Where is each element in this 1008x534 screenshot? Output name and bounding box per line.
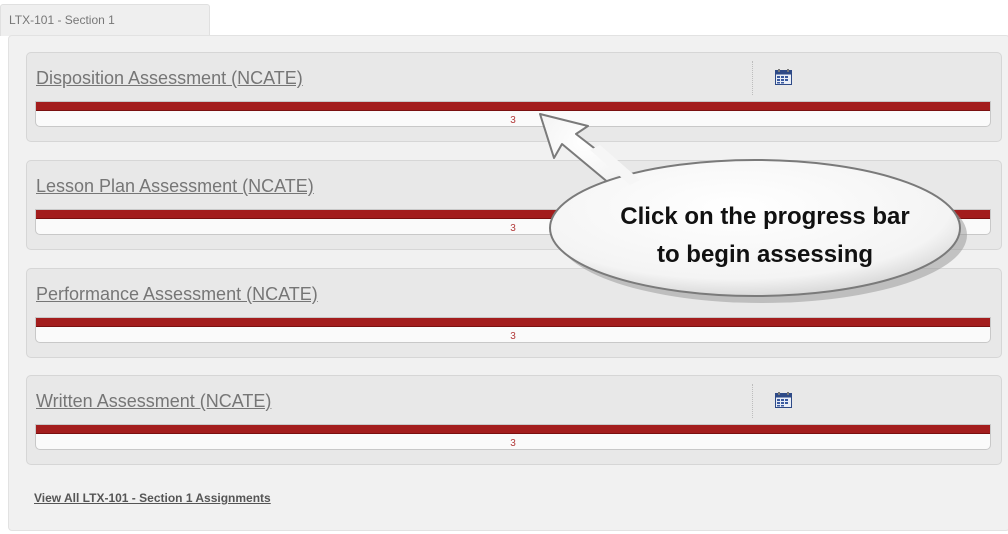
progress-bar-fill	[36, 318, 990, 327]
assignment-title-link[interactable]: Disposition Assessment (NCATE)	[36, 68, 303, 89]
card-divider	[752, 61, 753, 95]
progress-count: 3	[510, 331, 516, 342]
progress-bar[interactable]: 3	[35, 424, 991, 450]
assignment-title-link[interactable]: Performance Assessment (NCATE)	[36, 284, 318, 305]
calendar-icon[interactable]	[775, 392, 792, 408]
progress-bar[interactable]: 3	[35, 317, 991, 343]
calendar-icon[interactable]	[775, 69, 792, 85]
card-divider	[752, 384, 753, 418]
assignment-title-link[interactable]: Written Assessment (NCATE)	[36, 391, 271, 412]
course-tab-label: LTX-101 - Section 1	[9, 13, 115, 27]
course-tab[interactable]: LTX-101 - Section 1	[0, 4, 210, 36]
callout-line-2: to begin assessing	[656, 241, 874, 268]
assignment-title-link[interactable]: Lesson Plan Assessment (NCATE)	[36, 176, 314, 197]
progress-bar-fill	[36, 425, 990, 434]
assignment-card-written: Written Assessment (NCATE) 3	[26, 375, 1002, 465]
progress-count: 3	[510, 438, 516, 449]
callout-line-1: Click on the progress bar	[620, 203, 910, 230]
view-all-assignments-link[interactable]: View All LTX-101 - Section 1 Assignments	[34, 491, 271, 505]
callout-text: Click on the progress bar to begin asses…	[565, 198, 965, 274]
